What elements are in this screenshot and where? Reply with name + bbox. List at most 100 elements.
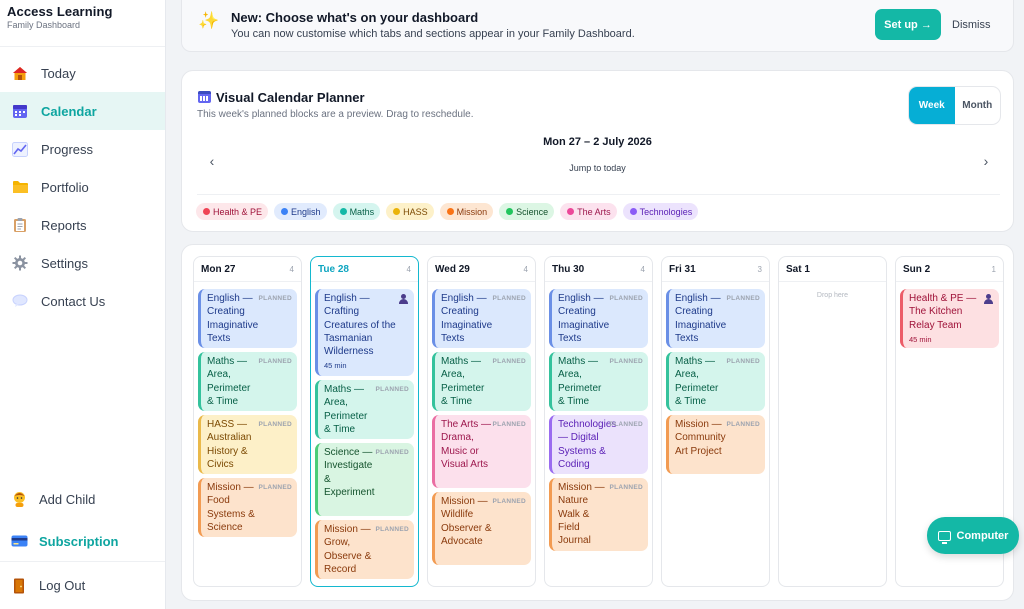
legend-chip[interactable]: The Arts <box>560 203 617 220</box>
computer-button[interactable]: Computer <box>927 517 1019 554</box>
lesson-title: Mission — Grow, Observe & Record <box>324 524 372 575</box>
lesson-title: English — Creating Imaginative Texts <box>207 293 259 344</box>
lesson-block[interactable]: Technologies — Digital Systems & Coding P… <box>549 415 648 474</box>
planned-tag: PLANNED <box>492 498 526 505</box>
lesson-block[interactable]: English — Creating Imaginative Texts PLAN… <box>198 289 297 348</box>
planned-tag: PLANNED <box>609 295 643 302</box>
lesson-block[interactable]: English — Creating Imaginative Texts PLAN… <box>549 289 648 348</box>
legend-dot <box>339 208 347 215</box>
sidebar-nav: Today Calendar Progress Portfolio Report… <box>0 47 165 320</box>
view-toggle: Week Month <box>908 86 1001 125</box>
sidebar-item-portfolio[interactable]: Portfolio <box>0 168 165 206</box>
legend-label: Technologies <box>639 206 693 217</box>
lesson-block[interactable]: Mission — Food Systems & Science PLANNED <box>198 478 297 537</box>
date-range: Mon 27 – 2 July 2026 <box>543 136 652 148</box>
jump-label: Jump to today <box>569 163 626 173</box>
legend-chip[interactable]: Technologies <box>622 203 699 220</box>
lesson-duration: 45 min <box>909 334 932 344</box>
legend-chip[interactable]: HASS <box>386 203 434 220</box>
planned-tag: PLANNED <box>258 358 292 365</box>
lesson-block[interactable]: Mission — Grow, Observe & Record PLANNED <box>315 520 414 579</box>
planned-tag: PLANNED <box>609 421 643 428</box>
sidebar-item-settings[interactable]: Settings <box>0 244 165 282</box>
lesson-title: Health & PE — The Kitchen Relay Team <box>909 293 977 331</box>
lesson-block[interactable]: Mission — Wildlife Observer & Advocate PL… <box>432 492 531 565</box>
legend-chip[interactable]: Science <box>499 203 555 220</box>
planned-tag: PLANNED <box>492 421 526 428</box>
lesson-block[interactable]: Maths — Area, Perimeter & Time PLANNED <box>315 380 414 439</box>
subscription-button[interactable]: Subscription <box>0 521 165 561</box>
drop-zone[interactable]: Drop here <box>779 292 886 299</box>
chart-icon <box>11 140 29 158</box>
sidebar-item-calendar[interactable]: Calendar <box>0 92 165 130</box>
house-icon <box>11 64 29 82</box>
day-column: Mon 27 4 English — Creating Imaginative Te… <box>193 256 302 587</box>
sidebar-item-reports[interactable]: Reports <box>0 206 165 244</box>
legend-dot <box>446 208 454 215</box>
day-column: Thu 30 4 English — Creating Imaginative Te… <box>544 256 653 587</box>
lesson-title: Mission — Wildlife Observer & Advocate <box>441 496 492 547</box>
brand-title: Access Learning <box>7 4 113 19</box>
legend-dot <box>567 208 575 215</box>
lesson-block[interactable]: Mission — Community Art Project PLANNED <box>666 415 765 474</box>
lesson-block[interactable]: Maths — Area, Perimeter & Time PLANNED <box>432 352 531 411</box>
legend-chip[interactable]: Health & PE <box>196 203 269 220</box>
day-count: 4 <box>289 264 294 274</box>
day-name: Tue 28 <box>318 263 349 275</box>
day-header: Wed 29 4 <box>428 257 535 282</box>
lesson-block[interactable]: Maths — Area, Perimeter & Time PLANNED <box>666 352 765 411</box>
log-out-button[interactable]: Log Out <box>0 561 165 609</box>
legend-chip[interactable]: Mission <box>439 203 494 220</box>
lesson-title: Technologies — Digital Systems & Coding <box>558 419 617 470</box>
legend-dot <box>629 208 637 215</box>
add-child-button[interactable]: Add Child <box>0 479 165 519</box>
monitor-icon <box>937 530 951 544</box>
lesson-block[interactable]: Maths — Area, Perimeter & Time PLANNED <box>198 352 297 411</box>
planned-tag: PLANNED <box>726 358 760 365</box>
day-header: Tue 28 4 <box>311 257 418 282</box>
brand: Access Learning Family Dashboard <box>0 0 165 47</box>
lesson-title: English — Creating Imaginative Texts <box>558 293 610 344</box>
user-icon <box>399 294 408 304</box>
jump-to-today-button[interactable]: Jump to today <box>182 163 1013 173</box>
legend-label: The Arts <box>577 206 611 217</box>
legend-chip[interactable]: Maths <box>332 203 381 220</box>
lesson-block[interactable]: Health & PE — The Kitchen Relay Team 45 m… <box>900 289 999 348</box>
planner-subtitle: This week's planned blocks are a preview… <box>197 109 474 120</box>
clipboard-icon <box>11 216 29 234</box>
day-header: Thu 30 4 <box>545 257 652 282</box>
day-column: Fri 31 3 English — Creating Imaginative Te… <box>661 256 770 587</box>
lesson-block[interactable]: English — Creating Imaginative Texts PLAN… <box>432 289 531 348</box>
lesson-title: English — Crafting Creatures of the Tasm… <box>324 293 396 358</box>
sidebar-item-label: Portfolio <box>41 179 89 195</box>
lesson-block[interactable]: English — Crafting Creatures of the Tasm… <box>315 289 414 376</box>
lesson-title: HASS — Australian History & Civics <box>207 419 252 470</box>
add-child-label: Add Child <box>39 491 96 507</box>
dismiss-button[interactable]: Dismiss <box>952 9 991 40</box>
day-name: Fri 31 <box>669 263 696 275</box>
planned-tag: PLANNED <box>375 386 409 393</box>
set-up-button[interactable]: Set up → <box>875 9 941 40</box>
credit-card-icon <box>10 532 28 550</box>
planner-title: Visual Calendar Planner <box>216 90 365 105</box>
day-name: Mon 27 <box>201 263 236 275</box>
legend-chip[interactable]: English <box>274 203 327 220</box>
day-column: Sat 1 Drop here <box>778 256 887 587</box>
lesson-block[interactable]: English — Creating Imaginative Texts PLAN… <box>666 289 765 348</box>
banner-title: New: Choose what's on your dashboard <box>231 10 479 25</box>
month-view-button[interactable]: Month <box>955 87 1001 124</box>
divider <box>197 194 1000 195</box>
week-view-button[interactable]: Week <box>909 87 955 124</box>
lesson-block[interactable]: HASS — Australian History & Civics PLANNE… <box>198 415 297 474</box>
next-week-button[interactable]: › <box>976 153 996 171</box>
sidebar-item-today[interactable]: Today <box>0 54 165 92</box>
sidebar-item-contact-us[interactable]: Contact Us <box>0 282 165 320</box>
lesson-block[interactable]: Maths — Area, Perimeter & Time PLANNED <box>549 352 648 411</box>
lesson-title: Mission — Food Systems & Science <box>207 482 255 533</box>
lesson-block[interactable]: Mission — Nature Walk & Field Journal PLA… <box>549 478 648 551</box>
sidebar-item-progress[interactable]: Progress <box>0 130 165 168</box>
lesson-block[interactable]: The Arts — Drama, Music or Visual Arts PL… <box>432 415 531 488</box>
day-name: Wed 29 <box>435 263 470 275</box>
computer-label: Computer <box>956 529 1009 542</box>
lesson-block[interactable]: Science — Investigate & Experiment PLANNE… <box>315 443 414 516</box>
